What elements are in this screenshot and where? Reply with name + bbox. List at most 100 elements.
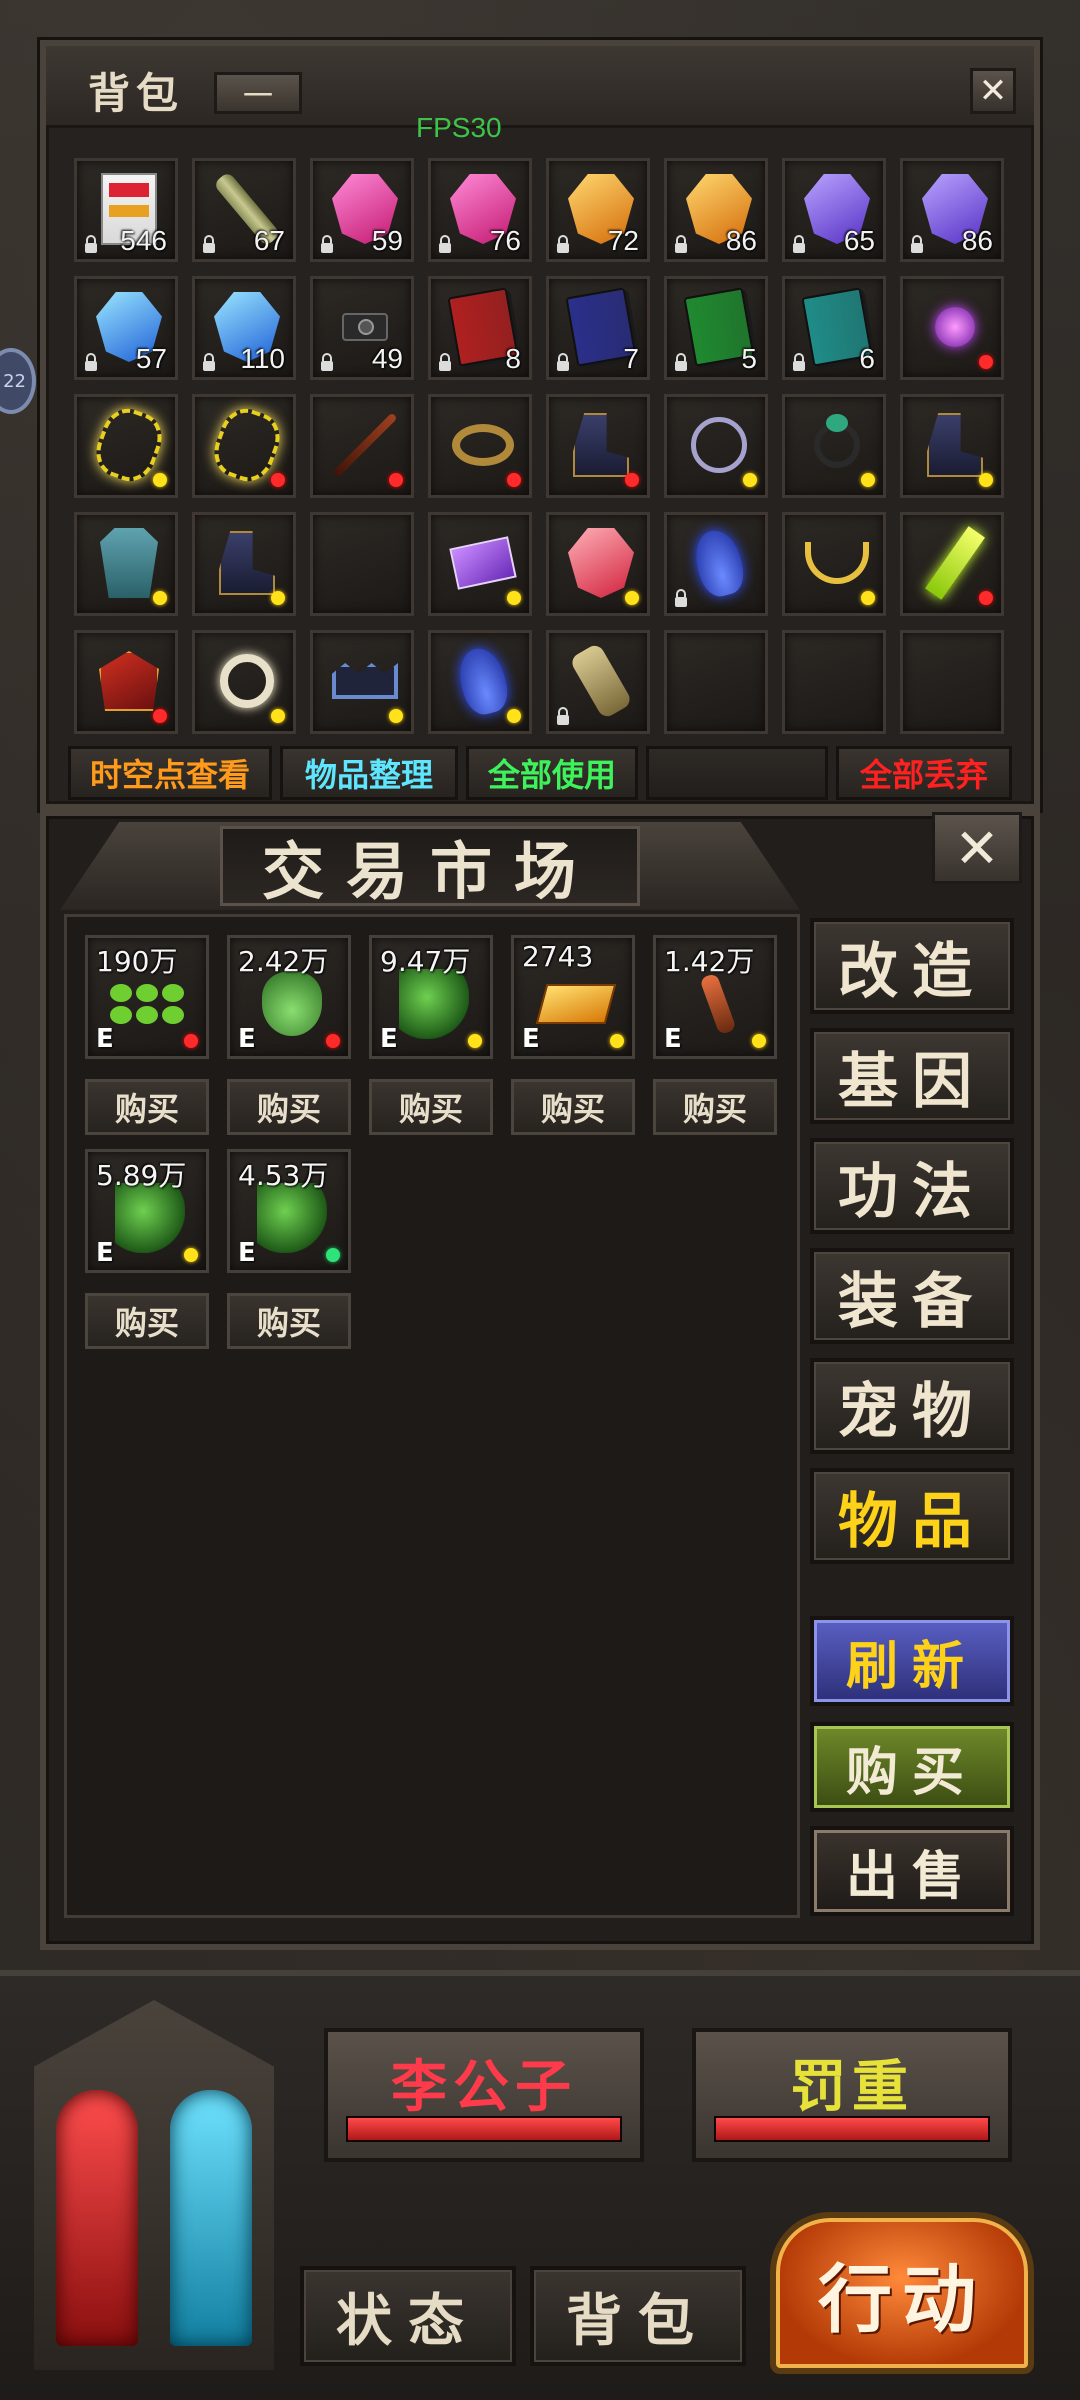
category-tab[interactable]: 改造: [810, 918, 1014, 1014]
listing-buy-button[interactable]: 购买: [85, 1079, 209, 1135]
listing-buy-button[interactable]: 购买: [85, 1293, 209, 1349]
market-item-slot[interactable]: 9.47万 E: [369, 935, 493, 1059]
backpack-slot[interactable]: 8: [428, 276, 532, 380]
market-item-slot[interactable]: 4.53万 E: [227, 1149, 351, 1273]
discard-all-button[interactable]: 全部丢弃: [836, 746, 1012, 800]
backpack-slot[interactable]: [74, 512, 178, 616]
backpack-minimize-button[interactable]: 一: [214, 72, 302, 114]
gauntlet-icon: [563, 642, 639, 720]
backpack-slot[interactable]: 86: [664, 158, 768, 262]
quality-dot: [271, 473, 285, 487]
listing-price: 190万: [96, 945, 178, 978]
refresh-button[interactable]: 刷新: [810, 1616, 1014, 1706]
quality-dot: [271, 591, 285, 605]
backpack-slot-empty[interactable]: [310, 512, 414, 616]
backpack-slot[interactable]: [546, 394, 650, 498]
backpack-slot[interactable]: [74, 630, 178, 734]
sort-items-button[interactable]: 物品整理: [280, 746, 458, 800]
quality-dot: [153, 709, 167, 723]
backpack-slot[interactable]: 5: [664, 276, 768, 380]
backpack-slot[interactable]: [782, 512, 886, 616]
bound-lock-icon: [555, 235, 571, 253]
quality-dot: [271, 709, 285, 723]
backpack-slot[interactable]: [664, 512, 768, 616]
listing-buy-button[interactable]: 购买: [227, 1293, 351, 1349]
listing-buy-button[interactable]: 购买: [511, 1079, 635, 1135]
backpack-slot-empty[interactable]: [664, 630, 768, 734]
backpack-slot[interactable]: [74, 394, 178, 498]
ring-icon: [799, 407, 875, 483]
market-item-slot[interactable]: 1.42万 E: [653, 935, 777, 1059]
backpack-header: 背包 一 ✕: [46, 46, 1034, 128]
category-tab[interactable]: 装备: [810, 1248, 1014, 1344]
sell-mode-button[interactable]: 出售: [810, 1826, 1014, 1916]
backpack-slot[interactable]: 86: [900, 158, 1004, 262]
item-count: 72: [607, 225, 639, 256]
status-tab-button[interactable]: 状态: [300, 2266, 516, 2366]
backpack-slot-empty[interactable]: [782, 630, 886, 734]
listing-grade: E: [96, 1024, 114, 1054]
item-count: 49: [371, 343, 403, 374]
backpack-slot[interactable]: 6: [782, 276, 886, 380]
backpack-slot[interactable]: [664, 394, 768, 498]
category-tab[interactable]: 基因: [810, 1028, 1014, 1124]
listing-buy-button[interactable]: 购买: [227, 1079, 351, 1135]
dragon-armor-icon: [91, 643, 167, 719]
backpack-tab-button[interactable]: 背包: [530, 2266, 746, 2366]
item-count: 5: [741, 343, 757, 374]
bound-lock-icon: [319, 353, 335, 371]
backpack-close-button[interactable]: ✕: [970, 68, 1016, 114]
listing-price: 5.89万: [96, 1159, 187, 1192]
listing-buy-button[interactable]: 购买: [653, 1079, 777, 1135]
backpack-slot-empty[interactable]: [900, 630, 1004, 734]
quality-dot: [153, 591, 167, 605]
backpack-slot[interactable]: 546: [74, 158, 178, 262]
category-tab[interactable]: 物品: [810, 1468, 1014, 1564]
backpack-slot[interactable]: [428, 394, 532, 498]
backpack-slot[interactable]: 57: [74, 276, 178, 380]
backpack-slot[interactable]: [428, 512, 532, 616]
backpack-slot[interactable]: 59: [310, 158, 414, 262]
backpack-slot[interactable]: 49: [310, 276, 414, 380]
backpack-slot[interactable]: 110: [192, 276, 296, 380]
market-item-slot[interactable]: 2743 E: [511, 935, 635, 1059]
backpack-panel: 背包 一 ✕ 546 67 59 76 72 86 65 86 57 110 49 8 7 5 6 时空点查…: [40, 40, 1040, 810]
item-count: 7: [623, 343, 639, 374]
target-card[interactable]: 罚重: [692, 2028, 1012, 2162]
backpack-slot[interactable]: 65: [782, 158, 886, 262]
backpack-slot[interactable]: [546, 512, 650, 616]
backpack-slot[interactable]: [546, 630, 650, 734]
view-time-points-button[interactable]: 时空点查看: [68, 746, 272, 800]
backpack-slot[interactable]: 76: [428, 158, 532, 262]
market-close-button[interactable]: ✕: [932, 812, 1022, 884]
backpack-slot[interactable]: 72: [546, 158, 650, 262]
backpack-slot[interactable]: [428, 630, 532, 734]
market-item-slot[interactable]: 5.89万 E: [85, 1149, 209, 1273]
backpack-slot[interactable]: 67: [192, 158, 296, 262]
bound-lock-icon: [437, 353, 453, 371]
backpack-slot[interactable]: [192, 394, 296, 498]
category-tab[interactable]: 宠物: [810, 1358, 1014, 1454]
category-tab[interactable]: 功法: [810, 1138, 1014, 1234]
bound-lock-icon: [673, 589, 689, 607]
action-button[interactable]: 行动: [770, 2212, 1034, 2374]
backpack-slot[interactable]: [900, 512, 1004, 616]
backpack-slot[interactable]: [782, 394, 886, 498]
backpack-slot[interactable]: [310, 394, 414, 498]
market-item-slot[interactable]: 2.42万 E: [227, 935, 351, 1059]
backpack-slot[interactable]: [192, 630, 296, 734]
use-all-button[interactable]: 全部使用: [466, 746, 638, 800]
item-count: 86: [725, 225, 757, 256]
backpack-slot[interactable]: [900, 276, 1004, 380]
market-item-slot[interactable]: 190万 E: [85, 935, 209, 1059]
purchase-mode-button[interactable]: 购买: [810, 1722, 1014, 1812]
bound-lock-icon: [555, 353, 571, 371]
listing-buy-button[interactable]: 购买: [369, 1079, 493, 1135]
backpack-slot[interactable]: [310, 630, 414, 734]
player-card[interactable]: 李公子: [324, 2028, 644, 2162]
item-count: 86: [961, 225, 993, 256]
backpack-slot[interactable]: [192, 512, 296, 616]
market-category-list: 改造基因功法装备宠物物品: [810, 918, 1014, 1578]
backpack-slot[interactable]: [900, 394, 1004, 498]
backpack-slot[interactable]: 7: [546, 276, 650, 380]
